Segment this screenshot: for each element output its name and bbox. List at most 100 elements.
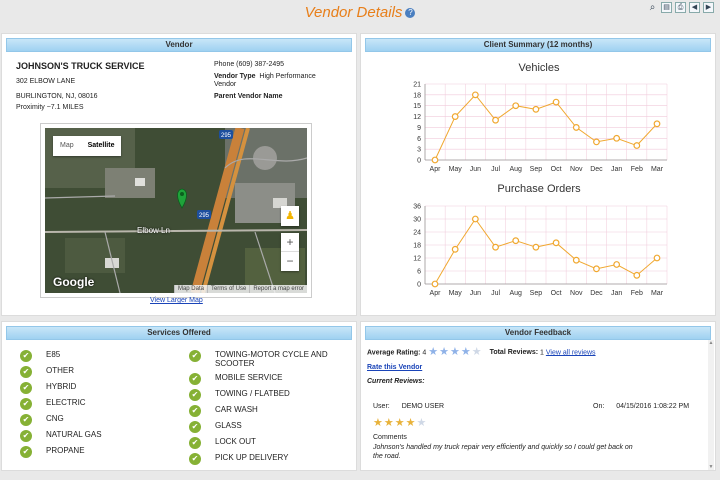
star-icon[interactable]: ★ xyxy=(428,347,438,358)
satellite-tab[interactable]: Satellite xyxy=(81,136,122,156)
zoom-in-button[interactable]: + xyxy=(281,233,299,252)
view-all-reviews-link[interactable]: View all reviews xyxy=(546,349,596,356)
purchase-orders-chart-title: Purchase Orders xyxy=(497,183,581,195)
parent-vendor-label: Parent Vendor Name xyxy=(214,93,283,100)
vendor-address-line1: 302 ELBOW LANE xyxy=(16,78,76,85)
satellite-map[interactable]: 295 295 Map Satellite Elbow Ln ♟ + − Goo… xyxy=(45,128,307,293)
service-label: CNG xyxy=(46,414,64,423)
review-stars-row: ★ ★ ★ ★ ★ xyxy=(373,418,426,429)
star-icon[interactable]: ★ xyxy=(461,347,471,358)
x-tick-label: Jul xyxy=(491,166,500,173)
data-point xyxy=(653,254,661,262)
star-icon[interactable]: ★ xyxy=(439,347,449,358)
report-map-error-link[interactable]: Report a map error xyxy=(249,285,307,293)
x-tick-label: May xyxy=(449,290,463,297)
scroll-up-arrow-icon[interactable]: ▲ xyxy=(708,340,714,346)
x-tick-label: Nov xyxy=(570,290,583,297)
data-point xyxy=(492,243,499,251)
data-point xyxy=(653,120,661,128)
x-tick-label: Aug xyxy=(509,166,522,173)
print-icon[interactable]: ⎙ xyxy=(675,2,686,13)
review-date-row: On: 04/15/2016 1:08:22 PM xyxy=(593,403,689,410)
y-tick-label: 18 xyxy=(413,92,421,99)
street-view-pegman-icon[interactable]: ♟ xyxy=(281,206,299,226)
service-label: MOBILE SERVICE xyxy=(215,373,283,382)
road-label: Elbow Ln xyxy=(137,226,170,235)
review-user-row: User: DEMO USER xyxy=(373,403,444,410)
data-point xyxy=(613,134,621,142)
page-title: Vendor Details? xyxy=(0,4,720,21)
service-item: ✔ TOWING-MOTOR CYCLE AND SCOOTER xyxy=(189,350,340,368)
data-point xyxy=(593,265,600,273)
map-data-link[interactable]: Map Data xyxy=(173,285,207,293)
service-item: ✔ CNG xyxy=(20,414,171,426)
review-date: 04/15/2016 1:08:22 PM xyxy=(616,403,690,410)
back-icon[interactable]: ◀ xyxy=(689,2,700,13)
view-larger-map-link[interactable]: View Larger Map xyxy=(150,297,203,304)
document-icon[interactable]: ▤ xyxy=(661,2,672,13)
review-user-name: DEMO USER xyxy=(401,403,445,410)
checkmark-icon: ✔ xyxy=(20,382,32,394)
terms-of-use-link[interactable]: Terms of Use xyxy=(206,285,249,293)
x-tick-label: Sep xyxy=(530,290,543,297)
service-item: ✔ CAR WASH xyxy=(189,405,340,417)
checkmark-icon: ✔ xyxy=(189,350,201,362)
services-header: Services Offered xyxy=(6,326,352,340)
star-icon: ★ xyxy=(416,417,427,429)
y-tick-label: 6 xyxy=(417,136,421,143)
x-tick-label: Dec xyxy=(590,290,603,297)
service-label: HYBRID xyxy=(46,382,77,391)
star-icon[interactable]: ★ xyxy=(450,347,460,358)
data-point xyxy=(532,105,540,113)
y-tick-label: 3 xyxy=(417,147,421,154)
y-tick-label: 18 xyxy=(413,243,421,250)
scroll-down-arrow-icon[interactable]: ▼ xyxy=(708,464,714,470)
average-rating-value: 4 xyxy=(422,349,427,357)
map-tab[interactable]: Map xyxy=(53,136,81,156)
checkmark-icon: ✔ xyxy=(189,405,201,417)
review-date-label: On: xyxy=(593,403,605,410)
x-tick-label: Jun xyxy=(470,290,481,297)
help-icon[interactable]: ? xyxy=(405,8,416,19)
vendor-name: JOHNSON'S TRUCK SERVICE xyxy=(16,61,145,71)
service-item: ✔ NATURAL GAS xyxy=(20,430,171,442)
map-type-control: Map Satellite xyxy=(53,136,122,156)
vehicles-chart: 0 3 6 9 12 15 18 21 Apr May Jun Jul Aug Sep Oct Nov Dec J… xyxy=(413,82,668,173)
y-tick-label: 15 xyxy=(413,103,421,110)
service-label: TOWING / FLATBED xyxy=(215,389,290,398)
rate-vendor-row: Rate this Vendor xyxy=(367,364,422,371)
service-label: TOWING-MOTOR CYCLE AND SCOOTER xyxy=(215,350,328,368)
x-tick-label: Apr xyxy=(430,166,442,173)
checkmark-icon: ✔ xyxy=(20,366,32,378)
service-label: PROPANE xyxy=(46,446,85,455)
y-tick-label: 9 xyxy=(417,125,421,132)
service-label: GLASS xyxy=(215,421,242,430)
svg-text:295: 295 xyxy=(199,213,210,219)
data-point xyxy=(633,142,641,149)
data-point xyxy=(451,245,459,253)
binoculars-icon[interactable]: ⌕ xyxy=(647,2,658,13)
total-reviews-value: 1 xyxy=(540,349,544,357)
service-item: ✔ LOCK OUT xyxy=(189,437,340,449)
client-summary-panel: Client Summary (12 months) Vehicles 0369… xyxy=(360,33,716,316)
rate-vendor-link[interactable]: Rate this Vendor xyxy=(367,364,422,371)
data-point xyxy=(431,156,439,164)
vendor-header: Vendor xyxy=(6,38,352,52)
y-tick-label: 6 xyxy=(417,269,421,276)
data-point xyxy=(512,237,520,245)
y-tick-label: 0 xyxy=(417,158,421,165)
feedback-scrollbar[interactable] xyxy=(708,340,714,470)
star-icon: ★ xyxy=(405,417,416,429)
svg-text:295: 295 xyxy=(221,133,232,139)
zoom-control: + − xyxy=(281,233,299,271)
forward-icon[interactable]: ▶ xyxy=(703,2,714,13)
star-icon[interactable]: ★ xyxy=(472,347,482,358)
service-item: ✔ ELECTRIC xyxy=(20,398,171,410)
service-item: ✔ E85 xyxy=(20,350,171,362)
x-tick-label: Feb xyxy=(631,290,643,297)
checkmark-icon: ✔ xyxy=(20,430,32,442)
highway-shield-1: 295 xyxy=(219,130,233,139)
zoom-out-button[interactable]: − xyxy=(281,252,299,271)
service-item: ✔ OTHER xyxy=(20,366,171,378)
service-item: ✔ PICK UP DELIVERY xyxy=(189,453,340,465)
